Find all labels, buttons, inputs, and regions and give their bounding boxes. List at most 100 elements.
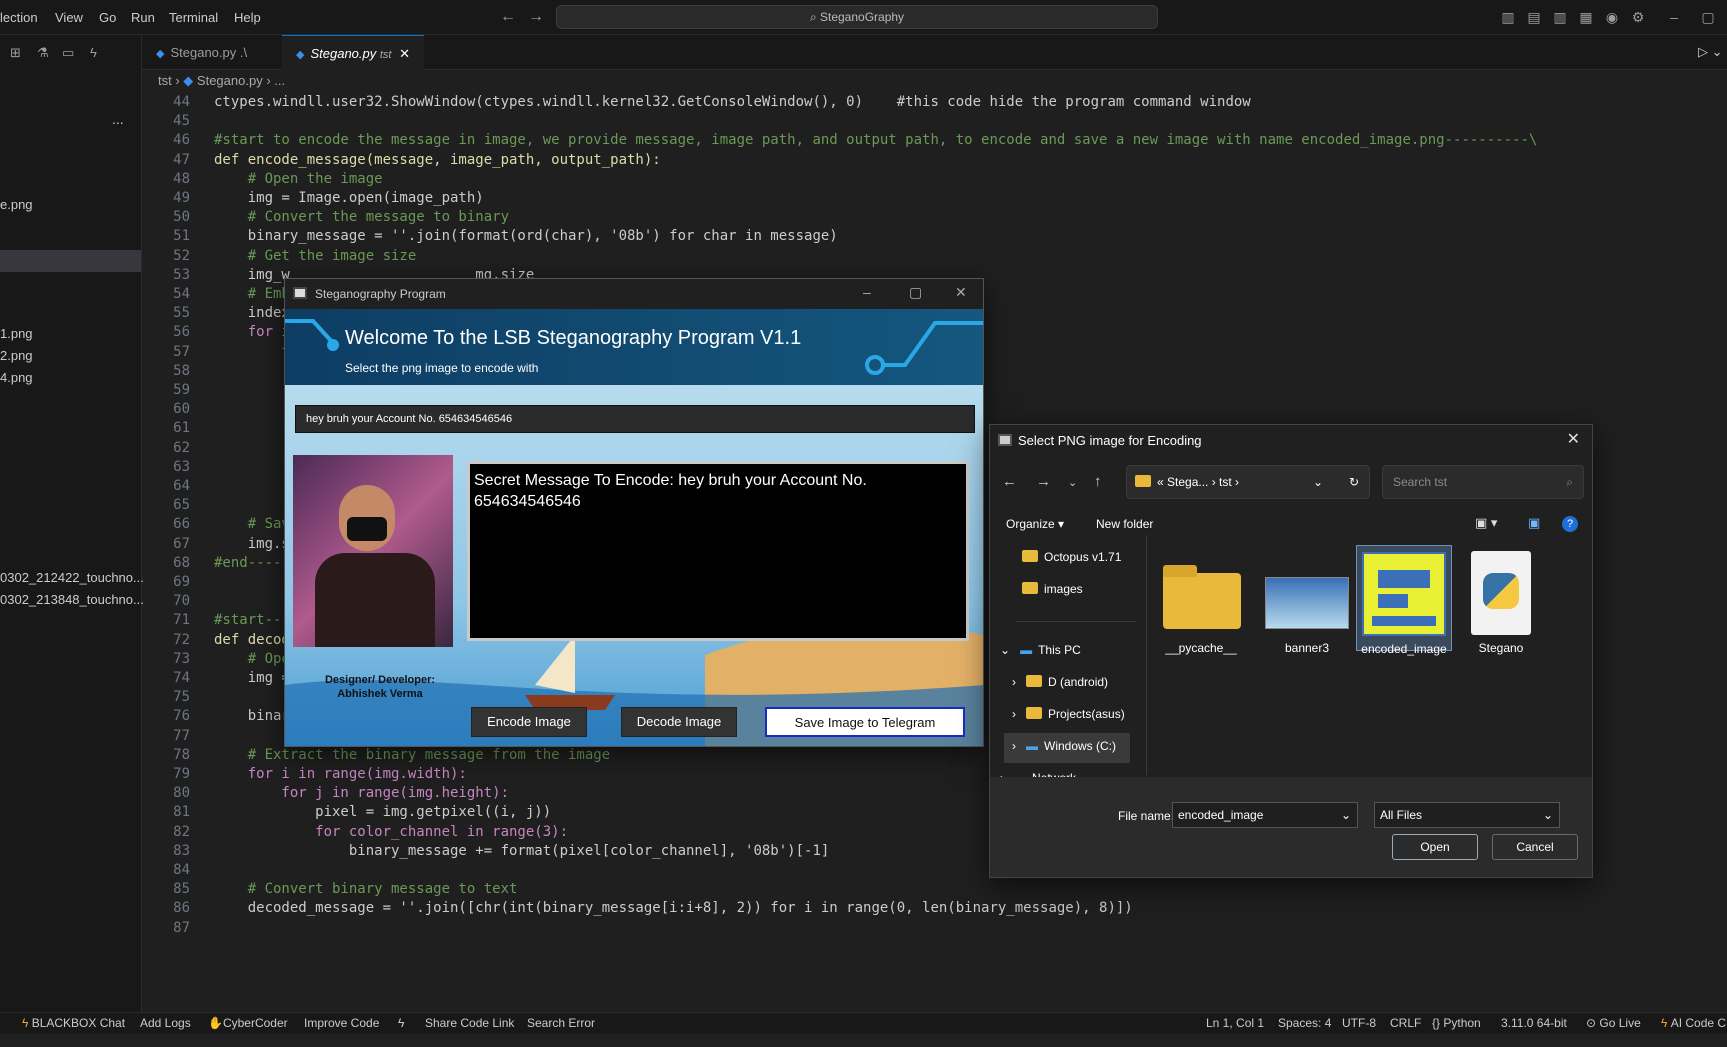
- organize-button[interactable]: Organize ▾: [1006, 517, 1064, 531]
- chevron-right-icon[interactable]: ›: [1012, 675, 1016, 689]
- menu-help[interactable]: Help: [234, 10, 261, 25]
- gear-icon[interactable]: ⚙: [1630, 9, 1646, 25]
- close-icon[interactable]: ✕: [955, 284, 967, 301]
- share-code-link-item[interactable]: Share Code Link: [425, 1016, 514, 1030]
- preview-pane-icon[interactable]: ▣: [1528, 515, 1540, 531]
- lightning-icon[interactable]: ϟ: [398, 1016, 404, 1030]
- chevron-down-icon[interactable]: ⌄: [1000, 643, 1010, 657]
- breadcrumb-file[interactable]: Stegano.py: [197, 73, 263, 88]
- menu-selection[interactable]: lection: [0, 10, 38, 25]
- chevron-right-icon[interactable]: ›: [1012, 707, 1016, 721]
- explorer-item[interactable]: 0302_212422_touchno...: [0, 570, 144, 585]
- open-button[interactable]: Open: [1392, 834, 1478, 860]
- ai-code-item[interactable]: ϟ AI Code C: [1661, 1016, 1726, 1030]
- minimize-icon[interactable]: –: [863, 284, 871, 300]
- file-item[interactable]: Stegano: [1456, 551, 1546, 655]
- back-arrow-icon[interactable]: ←: [500, 8, 516, 26]
- breadcrumb-folder[interactable]: tst: [158, 73, 172, 88]
- menu-terminal[interactable]: Terminal: [169, 10, 218, 25]
- explorer-item[interactable]: 1.png: [0, 326, 33, 341]
- nav-images[interactable]: images: [1022, 582, 1083, 596]
- view-options-icon[interactable]: ▣ ▾: [1475, 515, 1497, 531]
- explorer-item[interactable]: 2.png: [0, 348, 33, 363]
- filetype-value: All Files: [1380, 808, 1423, 822]
- new-folder-button[interactable]: New folder: [1096, 517, 1153, 531]
- breadcrumb-rest[interactable]: ...: [274, 73, 285, 88]
- explorer-item[interactable]: e.png: [0, 197, 33, 212]
- forward-arrow-icon[interactable]: →: [1036, 473, 1051, 490]
- maximize-icon[interactable]: ▢: [1700, 9, 1716, 25]
- layout-icon[interactable]: ▦: [1578, 9, 1594, 25]
- toggle-panel-icon[interactable]: ▤: [1526, 9, 1542, 25]
- chevron-right-icon[interactable]: ›: [1012, 739, 1016, 753]
- chevron-down-icon[interactable]: ⌄: [1313, 466, 1323, 498]
- explorer-item[interactable]: 4.png: [0, 370, 33, 385]
- chevron-down-icon[interactable]: ⌄: [1543, 803, 1553, 827]
- nav-windows-c[interactable]: › ▬ Windows (C:): [1004, 733, 1130, 763]
- command-center[interactable]: ⌕ SteganoGraphy: [556, 5, 1158, 29]
- selected-row[interactable]: [0, 250, 141, 272]
- improve-code-item[interactable]: Improve Code: [304, 1016, 379, 1030]
- file-item-selected[interactable]: encoded_image: [1356, 545, 1452, 656]
- refresh-icon[interactable]: ↻: [1349, 466, 1359, 498]
- message-input[interactable]: hey bruh your Account No. 654634546546: [295, 405, 975, 433]
- menu-go[interactable]: Go: [99, 10, 116, 25]
- close-icon[interactable]: ✕: [399, 46, 410, 61]
- chevron-down-icon[interactable]: ⌄: [1068, 476, 1077, 489]
- nav-projects[interactable]: › Projects(asus): [1012, 707, 1125, 721]
- developer-photo: [293, 455, 453, 647]
- lightning-icon[interactable]: ϟ: [90, 45, 97, 60]
- account-icon[interactable]: ◉: [1604, 9, 1620, 25]
- extensions-icon[interactable]: ⊞: [10, 45, 21, 61]
- language-mode[interactable]: {} Python: [1432, 1016, 1481, 1030]
- output-textbox[interactable]: Secret Message To Encode: hey bruh your …: [467, 461, 969, 641]
- search-error-item[interactable]: Search Error: [527, 1016, 595, 1030]
- address-bar[interactable]: « Stega... › tst › ⌄ ↻: [1126, 465, 1370, 499]
- nav-d-android[interactable]: › D (android): [1012, 675, 1108, 689]
- maximize-icon[interactable]: ▢: [909, 284, 922, 301]
- cybercoder-item[interactable]: ✋CyberCoder: [208, 1016, 288, 1030]
- minimize-icon[interactable]: –: [1666, 9, 1682, 25]
- run-icon[interactable]: ▷ ⌄: [1698, 44, 1723, 60]
- tab-stegano-tst[interactable]: ◆ Stegano.py tst ✕: [282, 35, 424, 70]
- help-icon[interactable]: ?: [1562, 516, 1578, 532]
- more-icon[interactable]: ...: [112, 111, 124, 127]
- explorer-item[interactable]: 0302_213848_touchno...: [0, 592, 144, 607]
- line-number: 74: [173, 670, 190, 686]
- decode-image-button[interactable]: Decode Image: [621, 707, 737, 737]
- status-label: AI Code C: [1670, 1016, 1727, 1030]
- chevron-down-icon[interactable]: ⌄: [1341, 803, 1351, 827]
- file-label: __pycache__: [1165, 641, 1237, 655]
- indentation[interactable]: Spaces: 4: [1278, 1016, 1331, 1030]
- encoding[interactable]: UTF-8: [1342, 1016, 1376, 1030]
- filename-input[interactable]: encoded_image ⌄: [1172, 802, 1358, 828]
- back-arrow-icon[interactable]: ←: [1002, 473, 1017, 490]
- testing-icon[interactable]: ⚗: [37, 45, 49, 61]
- forward-arrow-icon[interactable]: →: [528, 8, 544, 26]
- toggle-sidebar-icon[interactable]: ▥: [1500, 9, 1516, 25]
- chat-icon[interactable]: ▭: [62, 45, 74, 61]
- line-ending[interactable]: CRLF: [1390, 1016, 1421, 1030]
- filetype-select[interactable]: All Files ⌄: [1374, 802, 1560, 828]
- close-icon[interactable]: ✕: [1567, 429, 1580, 449]
- nav-this-pc[interactable]: ⌄ ▬ This PC: [1000, 643, 1081, 657]
- save-to-telegram-button[interactable]: Save Image to Telegram: [765, 707, 965, 737]
- nav-octopus[interactable]: Octopus v1.71: [1022, 550, 1121, 564]
- tab-stegano-root[interactable]: ◆ Stegano.py .\: [142, 35, 282, 70]
- line-number: 60: [173, 401, 190, 418]
- toggle-secondary-sidebar-icon[interactable]: ▥: [1552, 9, 1568, 25]
- up-arrow-icon[interactable]: ↑: [1094, 473, 1102, 490]
- encode-image-button[interactable]: Encode Image: [471, 707, 587, 737]
- menu-view[interactable]: View: [55, 10, 83, 25]
- menu-run[interactable]: Run: [131, 10, 155, 25]
- interpreter-version[interactable]: 3.11.0 64-bit: [1501, 1016, 1567, 1030]
- cancel-button[interactable]: Cancel: [1492, 834, 1578, 860]
- file-item[interactable]: banner3: [1262, 551, 1352, 655]
- search-icon: ⌕: [809, 10, 820, 24]
- cursor-position[interactable]: Ln 1, Col 1: [1206, 1016, 1264, 1030]
- file-item[interactable]: __pycache__: [1156, 551, 1246, 655]
- search-input[interactable]: Search tst ⌕: [1382, 465, 1584, 499]
- add-logs-item[interactable]: Add Logs: [140, 1016, 191, 1030]
- blackbox-chat-item[interactable]: ϟ BLACKBOX Chat: [22, 1016, 125, 1030]
- go-live-item[interactable]: ⊙ Go Live: [1586, 1016, 1641, 1030]
